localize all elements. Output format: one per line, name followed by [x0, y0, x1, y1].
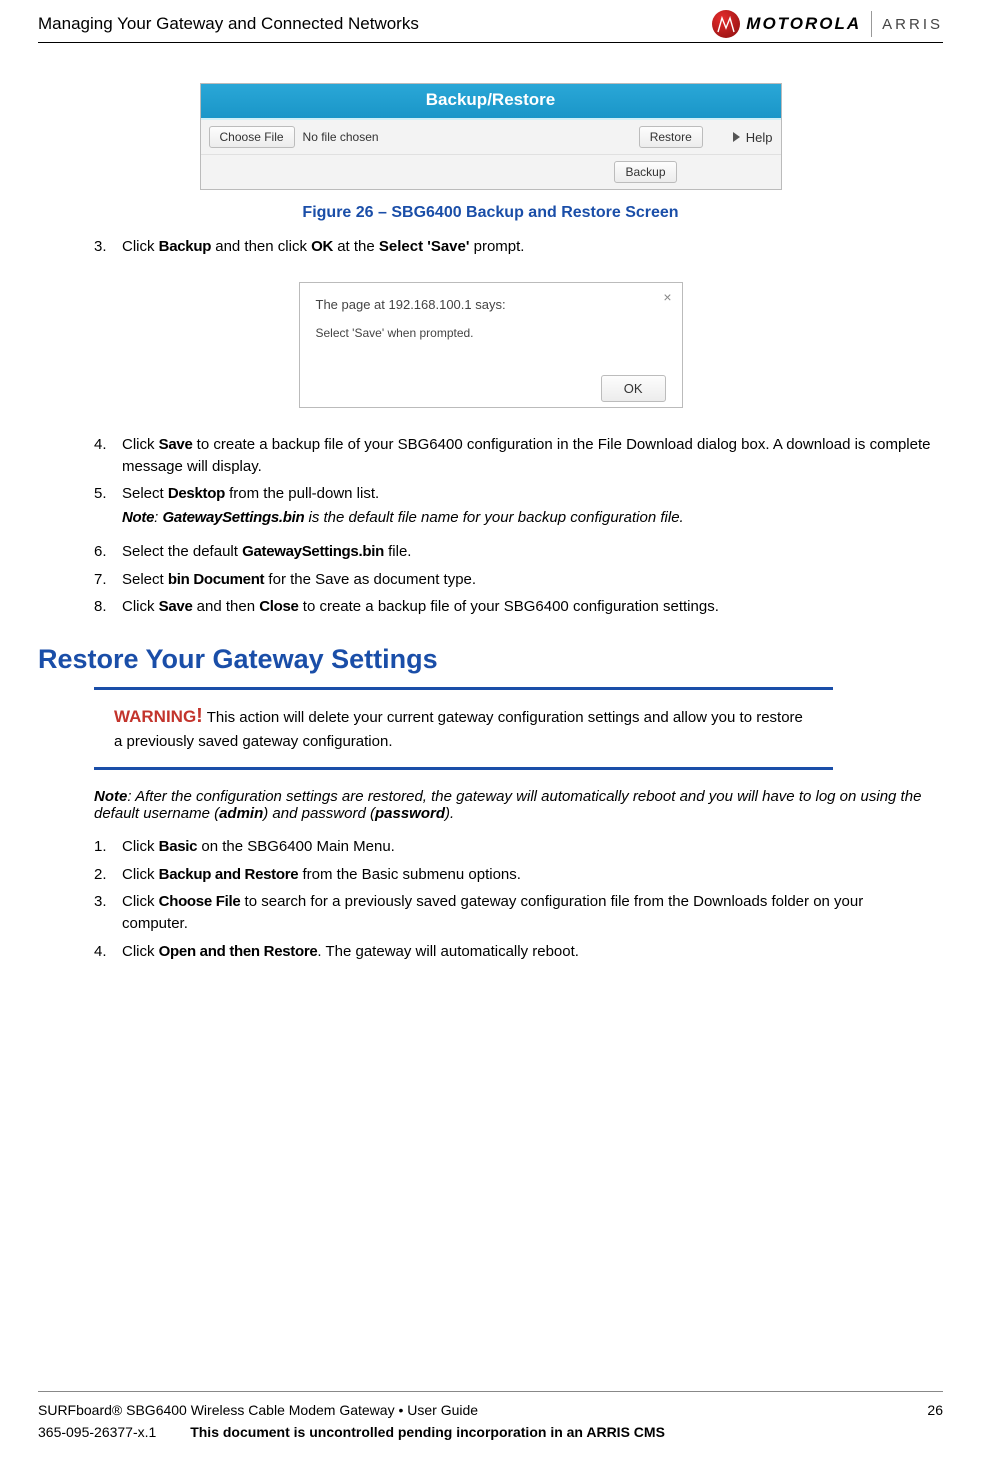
- step-5-note: Note: GatewaySettings.bin is the default…: [122, 507, 933, 529]
- help-toggle[interactable]: Help: [733, 130, 773, 145]
- section-restore-heading: Restore Your Gateway Settings: [38, 644, 943, 675]
- header-title: Managing Your Gateway and Connected Netw…: [38, 14, 419, 34]
- dialog-ok-button[interactable]: OK: [601, 375, 666, 402]
- restore-step-3: 3. Click Choose File to search for a pre…: [94, 891, 933, 935]
- step-7: 7. Select bin Document for the Save as d…: [94, 569, 933, 591]
- step-8: 8. Click Save and then Close to create a…: [94, 596, 933, 618]
- warning-bang: !: [196, 705, 203, 727]
- backup-button[interactable]: Backup: [614, 161, 676, 183]
- motorola-logo-icon: [712, 10, 740, 38]
- brand-separator: [871, 11, 872, 37]
- warning-lead: WARNING: [114, 707, 196, 726]
- js-alert-dialog: × The page at 192.168.100.1 says: Select…: [299, 282, 683, 408]
- footer-notice: This document is uncontrolled pending in…: [190, 1424, 665, 1440]
- help-label: Help: [746, 130, 773, 145]
- restore-note: Note: After the configuration settings a…: [94, 788, 933, 822]
- triangle-right-icon: [733, 132, 740, 142]
- close-icon[interactable]: ×: [663, 289, 671, 305]
- no-file-label: No file chosen: [303, 130, 639, 144]
- page-footer: SURFboard® SBG6400 Wireless Cable Modem …: [38, 1391, 943, 1440]
- figure-26-caption: Figure 26 – SBG6400 Backup and Restore S…: [38, 204, 943, 222]
- restore-step-1: 1. Click Basic on the SBG6400 Main Menu.: [94, 836, 933, 858]
- restore-button[interactable]: Restore: [639, 126, 703, 148]
- page-header: Managing Your Gateway and Connected Netw…: [38, 10, 943, 43]
- step-6: 6. Select the default GatewaySettings.bi…: [94, 541, 933, 563]
- motorola-wordmark: MOTOROLA: [746, 14, 861, 34]
- warning-box: WARNING! This action will delete your cu…: [94, 687, 833, 770]
- step-3: 3. Click Backup and then click OK at the…: [94, 236, 933, 258]
- dialog-figure: × The page at 192.168.100.1 says: Select…: [38, 282, 943, 408]
- warning-text: This action will delete your current gat…: [114, 709, 803, 750]
- footer-page-number: 26: [927, 1402, 943, 1418]
- step-5: 5. Select Desktop from the pull-down lis…: [94, 483, 933, 535]
- backup-restore-panel: Backup/Restore Choose File No file chose…: [200, 83, 782, 190]
- brand-block: MOTOROLA ARRIS: [712, 10, 943, 38]
- choose-file-button[interactable]: Choose File: [209, 126, 295, 148]
- arris-wordmark: ARRIS: [882, 16, 943, 33]
- restore-step-2: 2. Click Backup and Restore from the Bas…: [94, 864, 933, 886]
- restore-step-4: 4. Click Open and then Restore. The gate…: [94, 941, 933, 963]
- dialog-title: The page at 192.168.100.1 says:: [316, 297, 666, 312]
- dialog-message: Select 'Save' when prompted.: [316, 326, 666, 340]
- figure-26: Backup/Restore Choose File No file chose…: [38, 83, 943, 222]
- footer-product: SURFboard® SBG6400 Wireless Cable Modem …: [38, 1402, 478, 1418]
- panel-title: Backup/Restore: [201, 84, 781, 120]
- step-4: 4. Click Save to create a backup file of…: [94, 434, 933, 478]
- footer-doc-id: 365-095-26377-x.1: [38, 1424, 156, 1440]
